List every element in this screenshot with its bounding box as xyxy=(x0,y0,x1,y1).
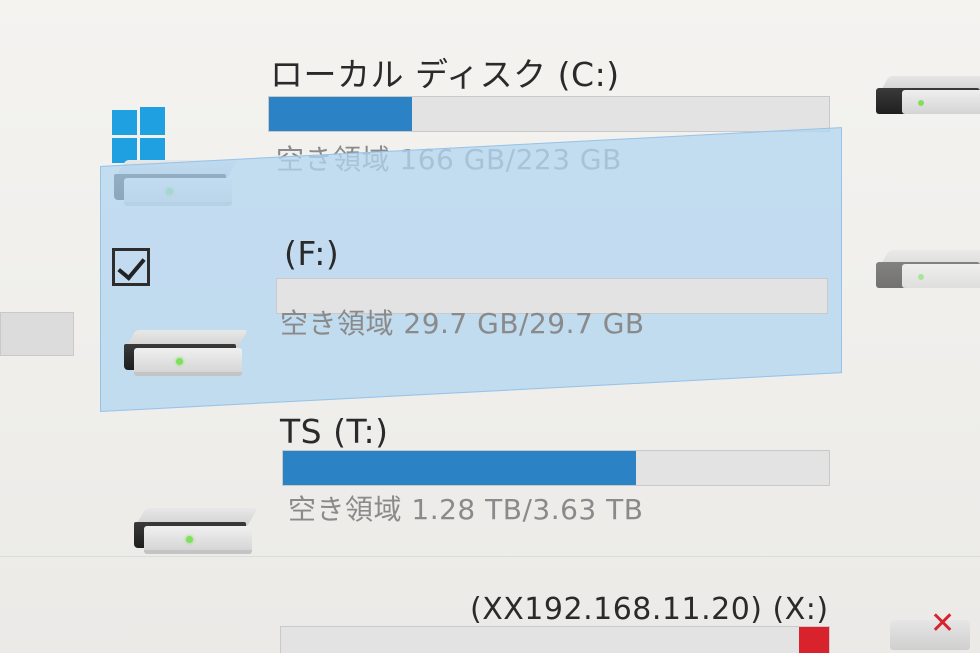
drive-name: TS (T:) xyxy=(280,412,389,451)
usage-bar xyxy=(268,96,830,132)
file-explorer-drives-view: ローカル ディスク (C:) 空き領域 166 GB/223 GB (F:) 空… xyxy=(0,0,980,653)
network-usage-bar-fill xyxy=(799,627,829,653)
drive-tile-f-content[interactable]: (F:) 空き領域 29.7 GB/29.7 GB xyxy=(100,190,842,410)
hdd-icon xyxy=(134,508,258,554)
usage-bar-fill xyxy=(283,451,637,485)
network-drive-disconnected-icon[interactable]: ✕ xyxy=(880,606,980,653)
network-usage-bar xyxy=(280,626,830,653)
drive-tile-t[interactable]: TS (T:) 空き領域 1.28 TB/3.63 TB xyxy=(120,390,840,560)
network-drive-name: (XX192.168.11.20) (X:) xyxy=(470,592,829,627)
section-divider xyxy=(0,556,980,557)
usage-bar xyxy=(282,450,830,486)
left-panel-fragment xyxy=(0,312,74,356)
selection-checkbox[interactable] xyxy=(112,248,150,286)
hdd-icon xyxy=(876,250,980,290)
hdd-icon xyxy=(124,330,248,376)
usage-bar-fill xyxy=(269,97,413,131)
hdd-icon xyxy=(876,76,980,116)
windows-logo-icon xyxy=(112,107,168,166)
drive-name: ローカル ディスク (C:) xyxy=(270,55,620,94)
drive-name: (F:) xyxy=(284,234,340,273)
free-space-text: 空き領域 1.28 TB/3.63 TB xyxy=(288,493,644,526)
free-space-text: 空き領域 29.7 GB/29.7 GB xyxy=(280,307,645,340)
